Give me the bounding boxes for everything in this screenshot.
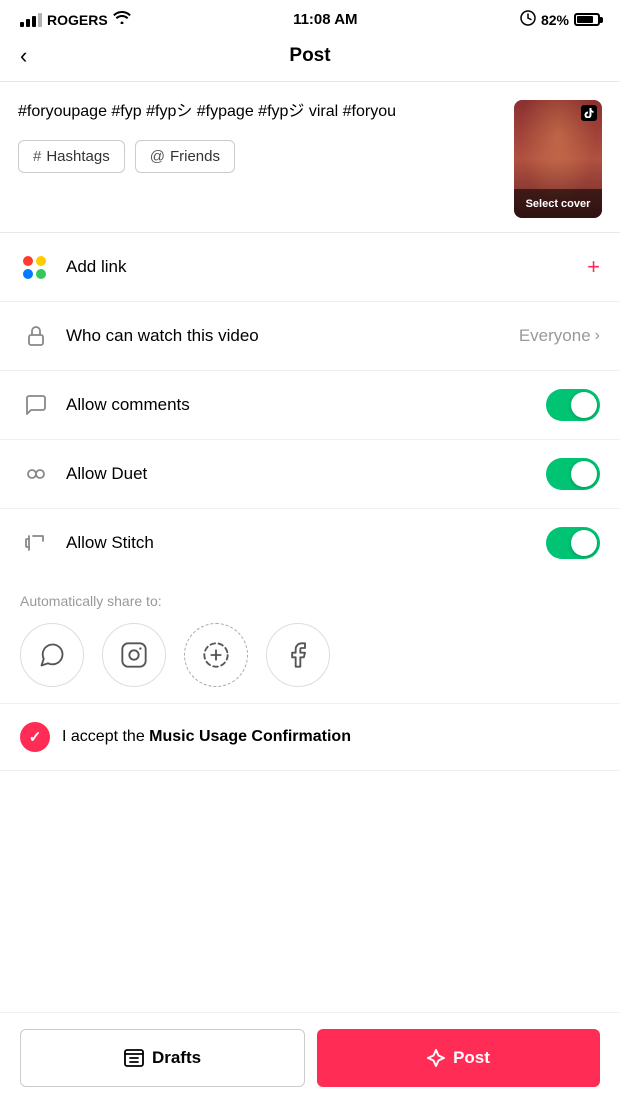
add-link-icon: [20, 251, 52, 283]
music-bold: Music Usage Confirmation: [149, 728, 351, 745]
bottom-bar: Drafts Post: [0, 1012, 620, 1103]
hashtags-label: Hashtags: [46, 148, 109, 165]
post-label: Post: [453, 1048, 490, 1068]
allow-comments-label: Allow comments: [66, 395, 546, 415]
carrier-label: ROGERS: [47, 12, 108, 28]
at-icon: @: [150, 148, 165, 165]
privacy-icon: [20, 320, 52, 352]
toggle-knob: [571, 461, 597, 487]
friends-button[interactable]: @ Friends: [135, 140, 235, 173]
stitch-icon: [20, 527, 52, 559]
hash-icon: #: [33, 148, 41, 165]
music-usage-row[interactable]: ✓ I accept the Music Usage Confirmation: [0, 704, 620, 771]
allow-duet-label: Allow Duet: [66, 464, 546, 484]
location-icon: [520, 10, 536, 29]
duet-icon: [20, 458, 52, 490]
add-link-row[interactable]: Add link +: [0, 233, 620, 302]
status-left: ROGERS: [20, 10, 131, 29]
share-icons: [20, 623, 600, 687]
toggle-knob: [571, 392, 597, 418]
signal-icon: [20, 13, 42, 27]
whatsapp-share-button[interactable]: [20, 623, 84, 687]
tiktok-watermark: [581, 105, 597, 121]
drafts-label: Drafts: [152, 1048, 201, 1068]
share-label: Automatically share to:: [20, 593, 600, 609]
colorful-dots-icon: [23, 256, 49, 279]
share-section: Automatically share to:: [0, 577, 620, 704]
hashtag-buttons: # Hashtags @ Friends: [18, 140, 500, 173]
checkmark-icon: ✓: [29, 728, 42, 746]
caption-text[interactable]: #foryoupage #fyp #fypシ #fypage #fypジ vir…: [18, 100, 500, 124]
toggle-knob: [571, 530, 597, 556]
accept-checkbox[interactable]: ✓: [20, 722, 50, 752]
nav-bar: ‹ Post: [0, 35, 620, 82]
post-icon: [427, 1049, 445, 1067]
battery-percent: 82%: [541, 12, 569, 28]
video-overlay[interactable]: Select cover: [514, 189, 602, 218]
who-can-watch-row[interactable]: Who can watch this video Everyone ›: [0, 302, 620, 371]
drafts-button[interactable]: Drafts: [20, 1029, 305, 1087]
wifi-icon: [113, 10, 131, 29]
allow-duet-toggle[interactable]: [546, 458, 600, 490]
caption-section: #foryoupage #fyp #fypシ #fypage #fypジ vir…: [0, 82, 620, 233]
allow-duet-row[interactable]: Allow Duet: [0, 440, 620, 509]
allow-stitch-toggle[interactable]: [546, 527, 600, 559]
drafts-icon: [124, 1049, 144, 1067]
hashtags-button[interactable]: # Hashtags: [18, 140, 125, 173]
allow-comments-row[interactable]: Allow comments: [0, 371, 620, 440]
who-can-watch-label: Who can watch this video: [66, 326, 519, 346]
allow-stitch-row[interactable]: Allow Stitch: [0, 509, 620, 577]
friends-label: Friends: [170, 148, 220, 165]
facebook-share-button[interactable]: [266, 623, 330, 687]
add-link-label: Add link: [66, 257, 587, 277]
music-prefix: I accept the: [62, 728, 149, 745]
allow-stitch-label: Allow Stitch: [66, 533, 546, 553]
status-right: 82%: [520, 10, 600, 29]
select-cover-label: Select cover: [526, 198, 591, 210]
settings-section: Add link + Who can watch this video Ever…: [0, 233, 620, 771]
status-time: 11:08 AM: [293, 11, 357, 28]
comments-icon: [20, 389, 52, 421]
caption-left: #foryoupage #fyp #fypシ #fypage #fypジ vir…: [18, 100, 500, 218]
instagram-share-button[interactable]: [102, 623, 166, 687]
status-bar: ROGERS 11:08 AM 82%: [0, 0, 620, 35]
who-can-watch-value: Everyone ›: [519, 326, 600, 346]
back-button[interactable]: ‹: [20, 43, 60, 69]
everyone-label: Everyone: [519, 326, 591, 346]
video-thumbnail[interactable]: Select cover: [514, 100, 602, 218]
post-button[interactable]: Post: [317, 1029, 600, 1087]
allow-comments-toggle[interactable]: [546, 389, 600, 421]
chevron-right-icon: ›: [595, 327, 600, 345]
battery-icon: [574, 13, 600, 26]
plus-icon: +: [587, 254, 600, 280]
page-title: Post: [60, 45, 560, 67]
tiktok-add-button[interactable]: [184, 623, 248, 687]
music-usage-text: I accept the Music Usage Confirmation: [62, 728, 351, 746]
